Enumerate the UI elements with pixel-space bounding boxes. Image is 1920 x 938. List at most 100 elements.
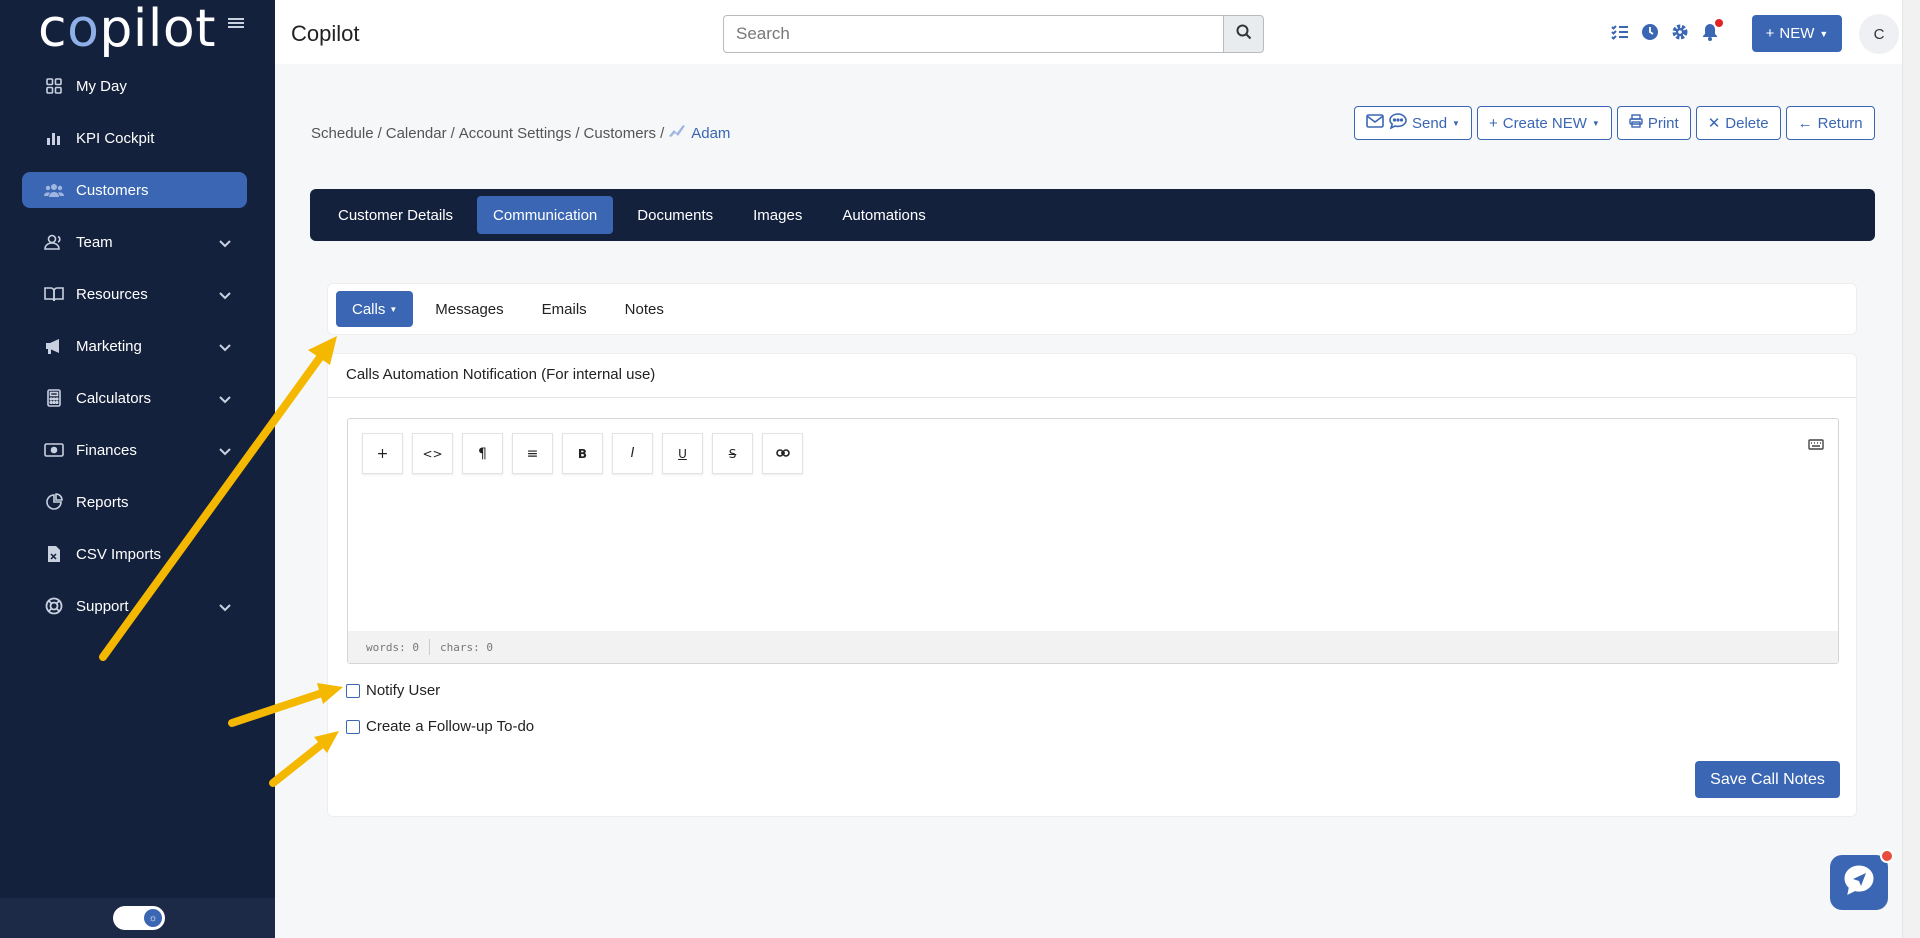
keyboard-icon[interactable] xyxy=(1808,437,1824,455)
char-count: chars: 0 xyxy=(439,640,493,654)
align-button[interactable]: ≡ xyxy=(512,433,553,474)
italic-button[interactable]: I xyxy=(612,433,653,474)
bell-icon[interactable] xyxy=(1701,19,1723,42)
code-button[interactable]: <> xyxy=(412,433,453,474)
notify-user-checkbox[interactable] xyxy=(346,683,360,698)
search-icon xyxy=(1236,24,1252,45)
app-title: Copilot xyxy=(291,21,360,46)
print-button[interactable]: Print xyxy=(1616,106,1691,140)
search-button[interactable] xyxy=(1223,15,1264,53)
tab-emails[interactable]: Emails xyxy=(526,291,603,327)
top-icons xyxy=(1611,19,1723,42)
new-button[interactable]: + NEW ▼ xyxy=(1752,15,1842,52)
tab-automations[interactable]: Automations xyxy=(826,196,941,234)
caret-down-icon: ▼ xyxy=(1591,118,1600,128)
sidebar-item-csv-imports[interactable]: CSV Imports xyxy=(22,536,247,572)
sidebar-item-team[interactable]: Team xyxy=(22,224,247,260)
page-scrollbar[interactable] xyxy=(1902,0,1920,938)
tab-customer-details[interactable]: Customer Details xyxy=(322,196,469,234)
divider xyxy=(328,397,1856,398)
chat-widget[interactable] xyxy=(1830,849,1894,910)
paragraph-button[interactable]: ¶ xyxy=(462,433,503,474)
chevron-down-icon xyxy=(219,443,231,460)
notification-dot xyxy=(1715,19,1723,27)
sidebar-item-support[interactable]: Support xyxy=(22,588,247,624)
chevron-down-icon xyxy=(219,339,231,356)
sidebar-item-label: KPI Cockpit xyxy=(76,129,155,147)
bold-button[interactable]: B xyxy=(562,433,603,474)
sidebar-item-label: CSV Imports xyxy=(76,545,162,563)
breadcrumb-customers[interactable]: Customers xyxy=(584,125,657,142)
tab-communication[interactable]: Communication xyxy=(477,196,614,234)
notify-user-label: Notify User xyxy=(366,682,441,699)
task-list-icon[interactable] xyxy=(1611,22,1629,42)
sidebar-item-customers[interactable]: Customers xyxy=(22,172,247,208)
sidebar-item-finances[interactable]: Finances xyxy=(22,432,247,468)
users-icon xyxy=(44,180,64,200)
sidebar-item-my-day[interactable]: My Day xyxy=(22,68,247,104)
avatar[interactable]: C xyxy=(1859,14,1899,54)
customer-type-icon xyxy=(668,124,686,142)
editor-toolbar: + <> ¶ ≡ B I U S xyxy=(362,433,803,474)
follow-up-label: Create a Follow-up To-do xyxy=(366,718,535,735)
chevron-down-icon xyxy=(219,287,231,304)
chat-notification-dot xyxy=(1880,849,1894,863)
bar-chart-icon xyxy=(44,128,64,148)
word-count: words: 0 xyxy=(366,640,419,654)
arrow-left-icon: ← xyxy=(1797,114,1813,132)
send-button[interactable]: Send ▼ xyxy=(1354,106,1472,140)
tab-notes[interactable]: Notes xyxy=(609,291,680,327)
save-call-notes-button[interactable]: Save Call Notes xyxy=(1695,761,1840,798)
tab-messages[interactable]: Messages xyxy=(419,291,519,327)
sidebar-item-label: Team xyxy=(76,233,113,251)
sidebar-item-kpi-cockpit[interactable]: KPI Cockpit xyxy=(22,120,247,156)
calculator-icon xyxy=(44,388,64,408)
sidebar-item-label: Finances xyxy=(76,441,137,459)
rich-text-editor[interactable]: + <> ¶ ≡ B I U S words: 0 chars: 0 xyxy=(347,418,1839,664)
theme-toggle[interactable]: ☼ xyxy=(113,906,165,930)
breadcrumb-account-settings[interactable]: Account Settings xyxy=(459,125,572,142)
breadcrumb-calendar[interactable]: Calendar xyxy=(386,125,447,142)
underline-button[interactable]: U xyxy=(662,433,703,474)
create-new-button[interactable]: + Create NEW ▼ xyxy=(1476,106,1612,140)
chevron-down-icon xyxy=(219,235,231,252)
top-bar: Copilot + NEW ▼ C xyxy=(275,0,1920,64)
sidebar: copilot My Day KPI Cockpit Customers Tea… xyxy=(0,0,275,938)
sidebar-item-resources[interactable]: Resources xyxy=(22,276,247,312)
book-icon xyxy=(44,284,64,304)
clock-icon[interactable] xyxy=(1641,22,1659,42)
action-buttons: Send ▼ + Create NEW ▼ Print ✕ Delete ← R… xyxy=(1354,106,1875,140)
breadcrumb: Schedule / Calendar / Account Settings /… xyxy=(311,124,731,142)
insert-button[interactable]: + xyxy=(362,433,403,474)
follow-up-row: Create a Follow-up To-do xyxy=(346,718,534,735)
menu-toggle-icon[interactable] xyxy=(228,16,244,32)
gear-icon[interactable] xyxy=(1671,22,1689,42)
chevron-down-icon xyxy=(219,391,231,408)
breadcrumb-schedule[interactable]: Schedule xyxy=(311,125,374,142)
lifebuoy-icon xyxy=(44,596,64,616)
printer-icon xyxy=(1629,114,1643,132)
sidebar-item-label: Marketing xyxy=(76,337,142,355)
grid-icon xyxy=(44,76,64,96)
card-title: Calls Automation Notification (For inter… xyxy=(346,366,656,383)
notify-user-row: Notify User xyxy=(346,682,440,699)
tab-images[interactable]: Images xyxy=(737,196,818,234)
tab-calls[interactable]: Calls ▼ xyxy=(336,291,414,327)
sidebar-item-label: My Day xyxy=(76,77,127,95)
return-button[interactable]: ← Return xyxy=(1785,106,1875,140)
tab-documents[interactable]: Documents xyxy=(621,196,729,234)
delete-button[interactable]: ✕ Delete xyxy=(1695,106,1781,140)
user-icon xyxy=(44,232,64,252)
sidebar-item-reports[interactable]: Reports xyxy=(22,484,247,520)
sidebar-item-label: Calculators xyxy=(76,389,152,407)
close-icon: ✕ xyxy=(1707,115,1721,132)
copilot-logo[interactable]: copilot xyxy=(38,0,216,58)
link-button[interactable] xyxy=(762,433,803,474)
sidebar-item-calculators[interactable]: Calculators xyxy=(22,380,247,416)
sidebar-item-marketing[interactable]: Marketing xyxy=(22,328,247,364)
follow-up-checkbox[interactable] xyxy=(346,719,360,734)
plus-icon: + xyxy=(1765,25,1775,42)
search-input[interactable] xyxy=(723,15,1239,53)
megaphone-icon xyxy=(44,336,64,356)
strikethrough-button[interactable]: S xyxy=(712,433,753,474)
